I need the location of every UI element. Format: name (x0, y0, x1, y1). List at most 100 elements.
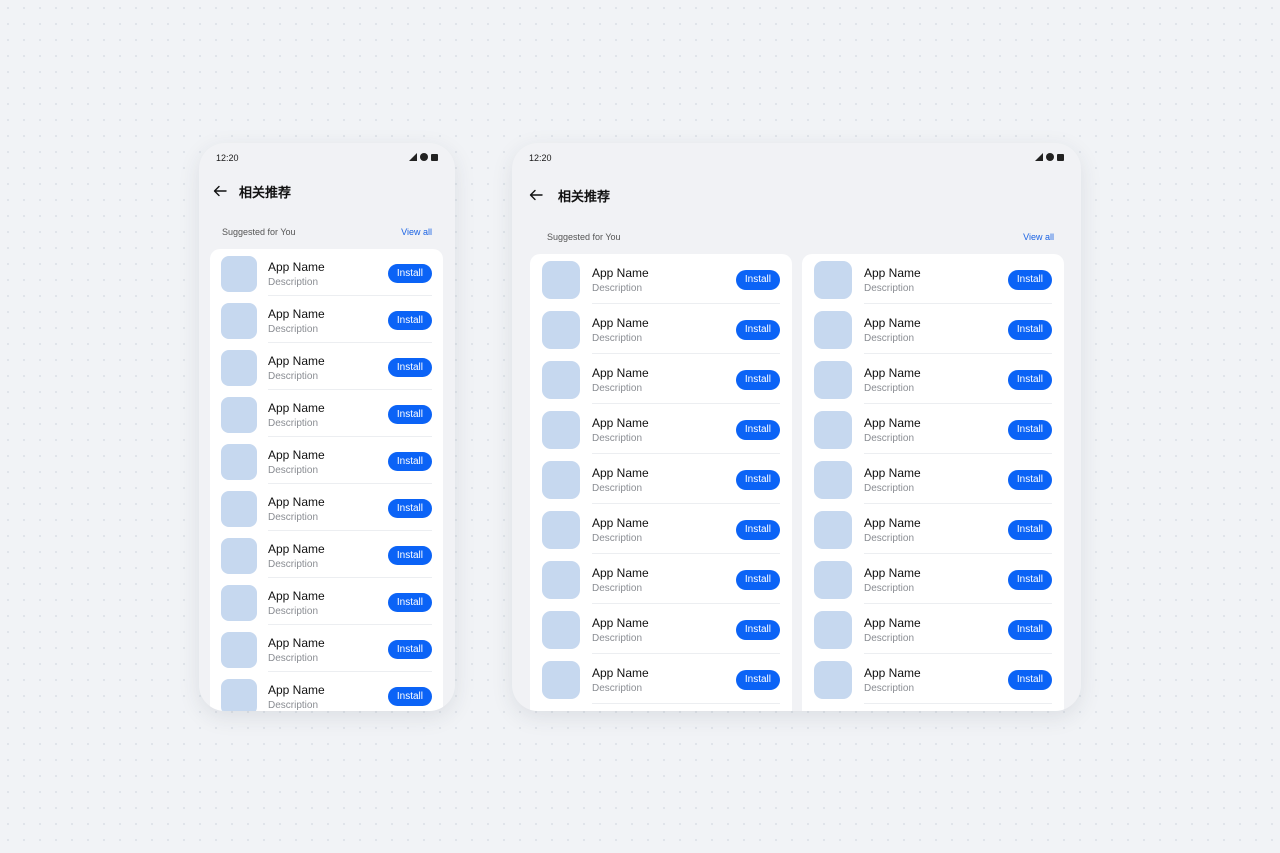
install-button[interactable]: Install (1007, 570, 1052, 590)
install-button[interactable]: Install (387, 358, 432, 377)
app-description: Description (864, 333, 915, 344)
list-item[interactable]: App Name Description Install (530, 554, 792, 604)
install-button[interactable]: Install (1007, 520, 1052, 540)
app-icon (814, 261, 852, 299)
install-button[interactable]: Install (387, 405, 432, 424)
list-item[interactable]: App Name Description Install (210, 531, 443, 578)
app-name: App Name (592, 416, 649, 430)
app-name: App Name (864, 566, 921, 580)
list-item[interactable]: App Name Description Install (210, 249, 443, 296)
install-button[interactable]: Install (387, 593, 432, 612)
app-icon (542, 261, 580, 299)
list-item[interactable]: App Name Description Install (530, 654, 792, 704)
install-button[interactable]: Install (735, 520, 780, 540)
app-icon (542, 611, 580, 649)
status-bar: 12:20 (512, 143, 1081, 171)
list-item[interactable]: App Name Description Install (530, 354, 792, 404)
view-all-link[interactable]: View all (1023, 232, 1054, 242)
app-name: App Name (864, 316, 921, 330)
section-header: Suggested for You View all (512, 232, 1081, 246)
tablet-frame: 12:20 相关推荐 Suggested for You View all Ap… (512, 143, 1081, 711)
install-button[interactable]: Install (735, 470, 780, 490)
app-name: App Name (592, 266, 649, 280)
list-item[interactable]: App Name Description Install (530, 454, 792, 504)
list-item[interactable]: App Name Description Install (802, 654, 1064, 704)
list-item[interactable]: App Name Description Install (210, 578, 443, 625)
install-button[interactable]: Install (735, 420, 780, 440)
list-item[interactable]: App Name Description Install (802, 404, 1064, 454)
app-name: App Name (864, 466, 921, 480)
install-button[interactable]: Install (1007, 370, 1052, 390)
app-description: Description (592, 533, 643, 544)
app-description: Description (268, 324, 319, 335)
app-icon (542, 311, 580, 349)
list-item[interactable]: App Name Description Install (210, 484, 443, 531)
app-description: Description (592, 683, 643, 694)
install-button[interactable]: Install (735, 270, 780, 290)
app-description: Description (864, 383, 915, 394)
install-button[interactable]: Install (735, 370, 780, 390)
install-button[interactable]: Install (1007, 420, 1052, 440)
list-item[interactable]: App Name Description Install (210, 672, 443, 711)
install-button[interactable]: Install (735, 320, 780, 340)
app-name: App Name (592, 366, 649, 380)
list-item[interactable]: App Name Description Install (530, 504, 792, 554)
install-button[interactable]: Install (735, 570, 780, 590)
list-item[interactable]: App Name Description Install (802, 254, 1064, 304)
install-button[interactable]: Install (1007, 670, 1052, 690)
back-arrow-icon[interactable] (213, 184, 227, 198)
list-item[interactable]: App Name Description Install (210, 390, 443, 437)
install-button[interactable]: Install (387, 687, 432, 706)
install-button[interactable]: Install (1007, 270, 1052, 290)
wifi-dot-icon (420, 153, 428, 161)
list-item[interactable]: App Name Description Install (210, 296, 443, 343)
app-icon (542, 561, 580, 599)
app-name: App Name (268, 260, 325, 274)
app-name: App Name (268, 495, 325, 509)
app-name: App Name (592, 466, 649, 480)
list-item[interactable]: App Name Description Install (210, 437, 443, 484)
list-item[interactable]: App Name Description Install (802, 604, 1064, 654)
app-description: Description (592, 383, 643, 394)
app-name: App Name (592, 316, 649, 330)
list-item[interactable]: App Name Description Install (802, 504, 1064, 554)
list-item[interactable]: App Name Description Install (802, 554, 1064, 604)
install-button[interactable]: Install (387, 499, 432, 518)
row-divider (592, 703, 780, 704)
app-description: Description (864, 633, 915, 644)
section-title: Suggested for You (222, 227, 296, 237)
status-bar: 12:20 (199, 143, 455, 171)
list-item[interactable]: App Name Description Install (530, 304, 792, 354)
list-item[interactable]: App Name Description Install (210, 343, 443, 390)
app-name: App Name (592, 616, 649, 630)
view-all-link[interactable]: View all (401, 227, 432, 237)
list-item[interactable]: App Name Description Install (530, 254, 792, 304)
app-name: App Name (592, 566, 649, 580)
app-name: App Name (592, 516, 649, 530)
list-item[interactable]: App Name Description Install (802, 354, 1064, 404)
app-description: Description (268, 371, 319, 382)
install-button[interactable]: Install (1007, 620, 1052, 640)
app-description: Description (592, 433, 643, 444)
install-button[interactable]: Install (387, 264, 432, 283)
app-header: 相关推荐 (199, 180, 455, 202)
install-button[interactable]: Install (735, 670, 780, 690)
list-item[interactable]: App Name Description Install (530, 604, 792, 654)
install-button[interactable]: Install (1007, 320, 1052, 340)
install-button[interactable]: Install (387, 311, 432, 330)
back-arrow-icon[interactable] (529, 188, 543, 202)
install-button[interactable]: Install (387, 452, 432, 471)
app-icon (814, 461, 852, 499)
install-button[interactable]: Install (735, 620, 780, 640)
install-button[interactable]: Install (1007, 470, 1052, 490)
list-item[interactable]: App Name Description Install (802, 304, 1064, 354)
list-item[interactable]: App Name Description Install (802, 454, 1064, 504)
install-button[interactable]: Install (387, 546, 432, 565)
list-item[interactable]: App Name Description Install (530, 404, 792, 454)
app-name: App Name (268, 448, 325, 462)
install-button[interactable]: Install (387, 640, 432, 659)
app-name: App Name (268, 307, 325, 321)
page-title: 相关推荐 (239, 185, 292, 201)
app-icon (814, 561, 852, 599)
list-item[interactable]: App Name Description Install (210, 625, 443, 672)
